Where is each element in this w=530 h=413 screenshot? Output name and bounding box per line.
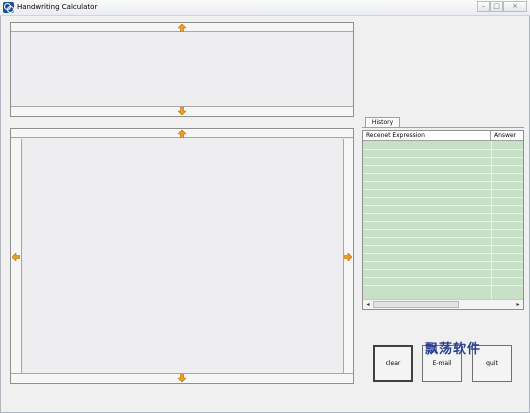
- column-header-expression[interactable]: Recenet Expression: [363, 131, 491, 141]
- close-button[interactable]: ×: [503, 1, 527, 12]
- grid-empty-row: [363, 142, 523, 150]
- grid-empty-row: [363, 206, 523, 214]
- watermark: 飘荡软件: [425, 342, 482, 357]
- grid-header: Recenet Expression Answer: [363, 131, 523, 141]
- handwriting-panel: [10, 128, 354, 384]
- grid-empty-row: [363, 246, 523, 254]
- grid-empty-row: [363, 238, 523, 246]
- column-separator: [491, 141, 492, 299]
- arrow-up-icon[interactable]: [178, 24, 186, 32]
- grid-empty-row: [363, 278, 523, 286]
- arrow-down-icon[interactable]: [178, 107, 186, 115]
- grid-empty-row: [363, 182, 523, 190]
- minimize-button[interactable]: –: [477, 1, 490, 12]
- tab-divider: [362, 127, 524, 128]
- scrollbar-thumb[interactable]: [373, 301, 459, 308]
- grid-empty-row: [363, 166, 523, 174]
- grid-empty-row: [363, 198, 523, 206]
- grid-empty-row: [363, 262, 523, 270]
- grid-empty-row: [363, 254, 523, 262]
- scroll-right-icon[interactable]: ▸: [513, 300, 523, 309]
- maximize-button[interactable]: □: [490, 1, 503, 12]
- history-grid[interactable]: Recenet Expression Answer ◂ ▸: [362, 130, 524, 310]
- horizontal-scrollbar[interactable]: ◂ ▸: [363, 299, 523, 309]
- arrow-down-icon[interactable]: [178, 374, 186, 382]
- grid-empty-row: [363, 214, 523, 222]
- arrow-left-icon[interactable]: [12, 253, 20, 261]
- arrow-up-icon[interactable]: [178, 130, 186, 138]
- grid-empty-row: [363, 158, 523, 166]
- handwriting-canvas[interactable]: [23, 139, 343, 373]
- grid-empty-row: [363, 174, 523, 182]
- window-title: Handwriting Calculator: [17, 3, 98, 11]
- grid-empty-row: [363, 190, 523, 198]
- title-bar: Handwriting Calculator – □ ×: [0, 0, 530, 16]
- grid-empty-row: [363, 222, 523, 230]
- scroll-left-icon[interactable]: ◂: [363, 300, 373, 309]
- grid-rows: [363, 142, 523, 298]
- grid-empty-row: [363, 270, 523, 278]
- result-panel: [10, 22, 354, 117]
- arrow-right-icon[interactable]: [344, 253, 352, 261]
- clear-button[interactable]: clear: [373, 345, 413, 382]
- column-header-answer[interactable]: Answer: [491, 131, 523, 141]
- grid-empty-row: [363, 230, 523, 238]
- result-display: [11, 33, 353, 106]
- app-icon: [3, 2, 14, 13]
- grid-empty-row: [363, 150, 523, 158]
